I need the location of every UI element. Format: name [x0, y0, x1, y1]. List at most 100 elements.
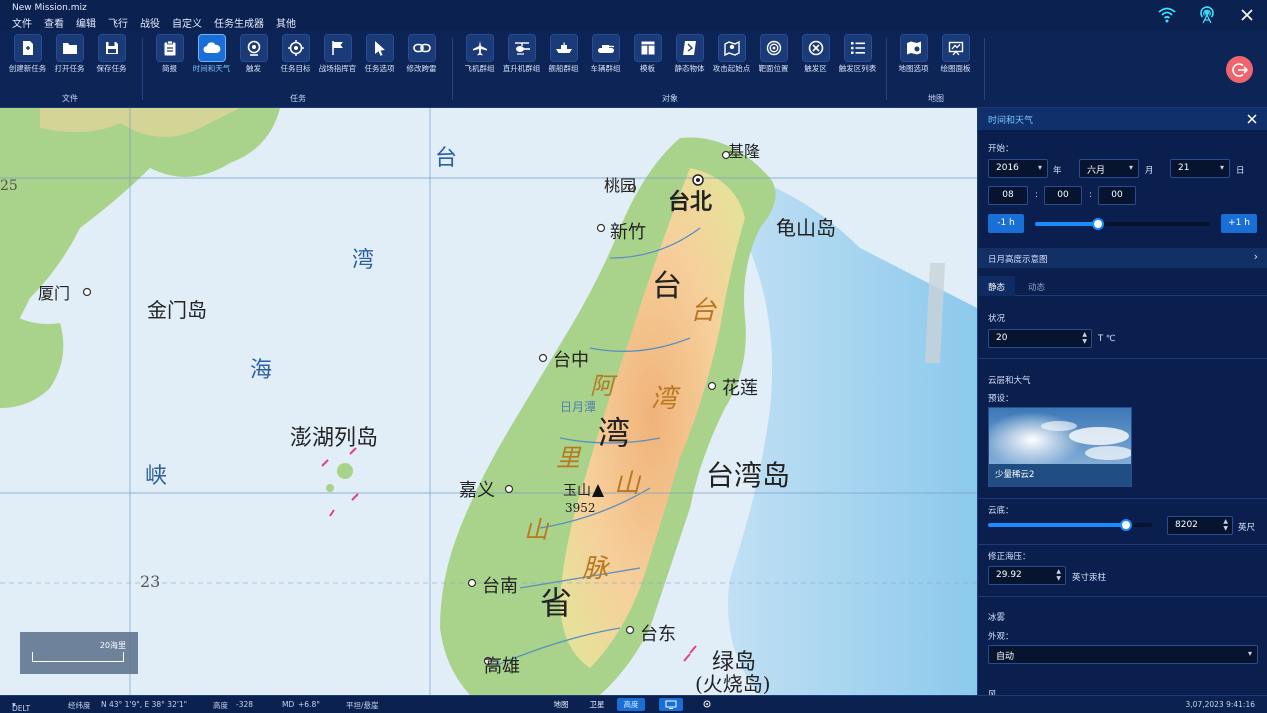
- preset-name: 少量稀云2: [995, 470, 1035, 480]
- minus-hour-button[interactable]: -1 h: [988, 214, 1024, 233]
- tab-static[interactable]: 静态: [978, 276, 1016, 296]
- hualian-marker: [707, 381, 717, 391]
- day-select[interactable]: 21 ▾: [1170, 159, 1230, 178]
- mission-goals-button[interactable]: 任务目标: [276, 34, 315, 73]
- bullseye-position-button[interactable]: 靶面位置: [754, 34, 793, 73]
- chevron-down-icon: ▾: [1037, 163, 1042, 172]
- save-mission-button[interactable]: 保存任务: [92, 34, 131, 73]
- menu-edit[interactable]: 编辑: [76, 15, 96, 30]
- wind-section-title: 风: [988, 690, 997, 695]
- trigger-button[interactable]: 触发: [234, 34, 273, 73]
- close-icon[interactable]: [1247, 114, 1257, 124]
- plus-hour-button[interactable]: +1 h: [1221, 214, 1257, 233]
- city-label-tainan: 台南: [482, 576, 518, 597]
- menu-customize[interactable]: 自定义: [172, 15, 202, 30]
- open-mission-button[interactable]: 打开任务: [50, 34, 89, 73]
- tab-dynamic[interactable]: 动态: [1018, 276, 1055, 296]
- mode-dropdown[interactable]: DELT ▾: [12, 700, 30, 713]
- modify-link-button[interactable]: 修改跨雷: [402, 34, 441, 73]
- static-object-button[interactable]: 静态物体: [670, 34, 709, 73]
- satellite-view-button[interactable]: 卫星: [584, 698, 610, 711]
- clipboard-icon: [164, 40, 175, 56]
- create-mission-button[interactable]: 创建新任务: [8, 34, 47, 73]
- cloud-preset-preview[interactable]: 少量稀云2: [988, 407, 1132, 487]
- sun-moon-chart-row[interactable]: 日月高度示意图 ›: [978, 248, 1267, 268]
- template-button[interactable]: 模板: [628, 34, 667, 73]
- minute-input[interactable]: 00: [1044, 186, 1082, 205]
- screen-toggle-button[interactable]: [659, 698, 683, 711]
- appearance-label: 外观：: [988, 632, 1014, 642]
- time-weather-button[interactable]: 时间和天气: [192, 34, 231, 73]
- wifi-icon[interactable]: [1157, 5, 1177, 25]
- time-weather-panel: 时间和天气 开始： 2016 ▾ 年 六月 ▾ 月 21 ▾ 日 08 : 00 : …: [977, 108, 1267, 695]
- taidong-marker: [625, 625, 635, 635]
- cloud-base-slider-handle[interactable]: [1119, 519, 1132, 531]
- settings-toggle-button[interactable]: [697, 698, 717, 711]
- start-label: 开始：: [988, 144, 1014, 154]
- cursor-icon: [374, 41, 385, 56]
- menu-fly[interactable]: 飞行: [108, 15, 128, 30]
- map-view[interactable]: 台 湾 海 峡 厦门 金门岛 澎湖列岛 基隆 桃园 台北 新竹 龟山岛 台 台 …: [0, 108, 977, 695]
- cloud-base-slider-fill: [988, 523, 1126, 527]
- network-signal-icon[interactable]: [1197, 5, 1217, 25]
- altitude-view-button[interactable]: 高度: [617, 698, 645, 711]
- qnh-input[interactable]: 29.92 ▲ ▼: [988, 566, 1066, 585]
- ribbon-divider: [984, 38, 985, 100]
- time-slider[interactable]: [1035, 218, 1210, 230]
- latitude-label: 25: [0, 178, 18, 194]
- conditions-label: 状况: [988, 314, 1006, 324]
- gear-icon: [703, 700, 711, 708]
- coords-value: N 43° 1'9", E 38° 32'1": [101, 700, 188, 709]
- section-divider: [978, 544, 1267, 545]
- month-select[interactable]: 六月 ▾: [1079, 159, 1139, 178]
- menu-misc[interactable]: 其他: [276, 15, 296, 30]
- ribbon-group-objects: 飞机群组 直升机群组 舰船群组 车辆群组 模板 静态物体 攻击起始点 靶面位置 …: [460, 34, 880, 106]
- menu-mission-generator[interactable]: 任务生成器: [214, 15, 264, 30]
- exit-editor-button[interactable]: [1226, 56, 1253, 83]
- city-label-jilong: 基隆: [728, 142, 761, 161]
- spinner-arrows-icon[interactable]: ▲ ▼: [1056, 568, 1061, 582]
- cloud-base-slider[interactable]: [988, 519, 1152, 531]
- map-view-button[interactable]: 地图: [548, 698, 574, 711]
- spinner-arrows-icon[interactable]: ▲ ▼: [1082, 331, 1087, 345]
- year-select[interactable]: 2016 ▾: [988, 159, 1048, 178]
- attack-start-point-button[interactable]: 攻击起始点: [712, 34, 751, 73]
- vehicle-group-button[interactable]: 车辆群组: [586, 34, 625, 73]
- plane-group-button[interactable]: 飞机群组: [460, 34, 499, 73]
- menu-file[interactable]: 文件: [12, 15, 32, 30]
- briefing-button[interactable]: 简报: [150, 34, 189, 73]
- day-unit: 日: [1236, 166, 1245, 176]
- draw-panel-button[interactable]: 绘图面板: [936, 34, 975, 73]
- mission-options-button[interactable]: 任务选项: [360, 34, 399, 73]
- spinner-arrows-icon[interactable]: ▲ ▼: [1223, 518, 1228, 532]
- hour-input[interactable]: 08: [988, 186, 1028, 205]
- trigger-icon: [247, 40, 260, 56]
- datetime: 3,07,2023 9:41:16: [1185, 700, 1255, 709]
- trigger-zone-button[interactable]: 触发区: [796, 34, 835, 73]
- mission-editor-app: New Mission.miz 文件 查看 编辑 飞行 战役 自定义 任务生成器…: [0, 0, 1267, 713]
- menu-view[interactable]: 查看: [44, 15, 64, 30]
- city-label-taoyuan: 桃园: [604, 176, 637, 195]
- time-slider-handle[interactable]: [1092, 218, 1104, 230]
- temperature-unit: T ℃: [1098, 334, 1116, 344]
- cloud-base-input[interactable]: 8202 ▲ ▼: [1167, 516, 1233, 535]
- battlefield-commander-button[interactable]: 战场指挥官: [318, 34, 357, 73]
- ship-group-button[interactable]: 舰船群组: [544, 34, 583, 73]
- strait-label: 湾: [352, 248, 375, 273]
- strait-label: 海: [250, 358, 273, 383]
- alishan-label: 里: [556, 444, 580, 472]
- menu-campaign[interactable]: 战役: [140, 15, 160, 30]
- menu-bar: 文件 查看 编辑 飞行 战役 自定义 任务生成器 其他: [12, 15, 296, 30]
- trigger-zone-list-button[interactable]: 触发区列表: [838, 34, 877, 73]
- appearance-select[interactable]: 自动 ▾: [988, 645, 1258, 664]
- second-input[interactable]: 00: [1098, 186, 1136, 205]
- terrain-value: 平坦/悬崖: [346, 701, 379, 710]
- close-icon[interactable]: [1237, 5, 1257, 25]
- province-label: 省: [540, 584, 573, 622]
- helicopter-group-button[interactable]: 直升机群组: [502, 34, 541, 73]
- chevron-right-icon: ›: [1253, 250, 1258, 263]
- clouds-section-title: 云层和大气: [988, 376, 1031, 386]
- city-label-xinzhu: 新竹: [610, 222, 646, 243]
- map-options-button[interactable]: 地图选项: [894, 34, 933, 73]
- temperature-input[interactable]: 20 ▲ ▼: [988, 329, 1092, 348]
